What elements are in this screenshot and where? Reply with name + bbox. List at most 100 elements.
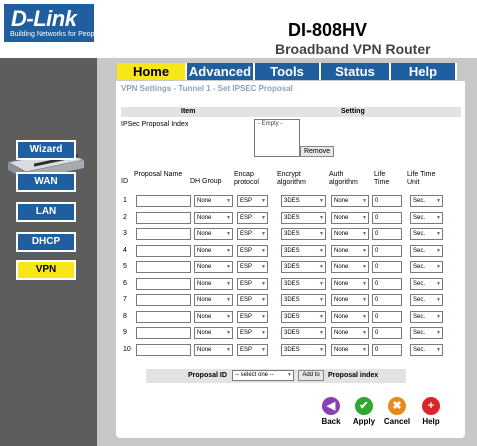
encrypt-algorithm-select[interactable]: 3DES [281,277,326,290]
auth-algorithm-select[interactable]: None [331,244,369,257]
proposal-index-item[interactable]: - Empty - [258,121,282,127]
dh-group-select[interactable]: None [194,277,233,290]
proposal-name-input[interactable] [136,228,191,240]
proposal-name-input[interactable] [136,195,191,207]
auth-algorithm-select[interactable]: None [331,228,369,240]
encap-protocol-select[interactable]: ESP [237,195,268,207]
item-header: Item [181,108,196,115]
encap-protocol-select[interactable]: ESP [237,228,268,240]
encrypt-algorithm-select[interactable]: 3DES [281,228,326,240]
life-time-input[interactable]: 0 [372,343,402,356]
encrypt-algorithm-select[interactable]: 3DES [281,261,326,273]
tab-advanced[interactable]: Advanced [187,63,255,80]
dh-group-select[interactable]: None [194,294,233,306]
proposal-name-input[interactable] [136,327,191,339]
dh-group-select[interactable]: None [194,343,233,356]
dh-group-select[interactable]: None [194,244,233,257]
tab-tools[interactable]: Tools [255,63,321,80]
auth-algorithm-select[interactable]: None [331,277,369,290]
proposal-index-list[interactable]: - Empty - [254,119,300,157]
encap-protocol-select[interactable]: ESP [237,343,268,356]
back-arrow-icon: ◀ [322,397,340,415]
encap-protocol-select[interactable]: ESP [237,244,268,257]
encap-protocol-select[interactable]: ESP [237,310,268,323]
auth-algorithm-select[interactable]: None [331,327,369,339]
sidebar-item-wan[interactable]: WAN [16,172,76,192]
sidebar-item-dhcp[interactable]: DHCP [16,232,76,252]
life-time-unit-select[interactable]: Sec. [410,211,443,224]
main-panel: VPN Settings - Tunnel 1 - Set IPSEC Prop… [116,81,465,438]
table-row: 2NoneESP3DESNone0Sec. [121,211,461,226]
encrypt-algorithm-select[interactable]: 3DES [281,327,326,339]
proposal-name-input[interactable] [136,277,191,290]
auth-algorithm-select[interactable]: None [331,261,369,273]
tab-home[interactable]: Home [117,63,187,80]
dh-group-select[interactable]: None [194,228,233,240]
auth-algorithm-select[interactable]: None [331,343,369,356]
remove-button[interactable]: Remove [300,146,334,157]
life-time-unit-select[interactable]: Sec. [410,343,443,356]
life-time-unit-select[interactable]: Sec. [410,244,443,257]
apply-label: Apply [352,417,376,426]
life-time-unit-select[interactable]: Sec. [410,195,443,207]
life-time-unit-select[interactable]: Sec. [410,277,443,290]
life-time-input[interactable]: 0 [372,211,402,224]
life-time-unit-select[interactable]: Sec. [410,228,443,240]
auth-algorithm-select[interactable]: None [331,211,369,224]
life-time-input[interactable]: 0 [372,327,402,339]
proposal-name-input[interactable] [136,310,191,323]
encap-protocol-select[interactable]: ESP [237,294,268,306]
auth-algorithm-select[interactable]: None [331,294,369,306]
encrypt-algorithm-select[interactable]: 3DES [281,294,326,306]
dh-group-select[interactable]: None [194,327,233,339]
encap-protocol-select[interactable]: ESP [237,261,268,273]
add-to-button[interactable]: Add to [298,370,324,381]
encrypt-algorithm-select[interactable]: 3DES [281,343,326,356]
proposal-id-select[interactable]: -- select one -- [232,370,294,381]
life-time-unit-select[interactable]: Sec. [410,261,443,273]
help-label: Help [422,417,440,426]
dh-group-select[interactable]: None [194,310,233,323]
tab-status[interactable]: Status [321,63,391,80]
proposal-name-input[interactable] [136,211,191,224]
auth-algorithm-select[interactable]: None [331,310,369,323]
help-button[interactable]: + Help [414,397,448,426]
apply-button[interactable]: ✔ Apply [347,397,381,426]
dh-group-select[interactable]: None [194,211,233,224]
life-time-unit-select[interactable]: Sec. [410,310,443,323]
life-time-input[interactable]: 0 [372,294,402,306]
life-time-input[interactable]: 0 [372,277,402,290]
life-time-input[interactable]: 0 [372,244,402,257]
dh-group-select[interactable]: None [194,195,233,207]
table-row: 10NoneESP3DESNone0Sec. [121,343,461,358]
auth-algorithm-select[interactable]: None [331,195,369,207]
life-time-input[interactable]: 0 [372,228,402,240]
proposal-bar: Proposal ID -- select one -- Add to Prop… [146,369,406,383]
encap-protocol-select[interactable]: ESP [237,211,268,224]
proposal-index-label: IPSec Proposal Index [121,121,189,128]
col-life-time-unit: Life Time Unit [407,171,436,186]
sidebar-item-lan[interactable]: LAN [16,202,76,222]
life-time-input[interactable]: 0 [372,195,402,207]
cancel-button[interactable]: ✖ Cancel [380,397,414,426]
proposal-name-input[interactable] [136,261,191,273]
encrypt-algorithm-select[interactable]: 3DES [281,211,326,224]
sidebar-item-wizard[interactable]: Wizard [16,140,76,160]
life-time-unit-select[interactable]: Sec. [410,327,443,339]
encap-protocol-select[interactable]: ESP [237,327,268,339]
encap-protocol-select[interactable]: ESP [237,277,268,290]
encrypt-algorithm-select[interactable]: 3DES [281,244,326,257]
proposal-name-input[interactable] [136,294,191,306]
encrypt-algorithm-select[interactable]: 3DES [281,195,326,207]
proposal-name-input[interactable] [136,343,191,356]
encrypt-algorithm-select[interactable]: 3DES [281,310,326,323]
dh-group-select[interactable]: None [194,261,233,273]
back-button[interactable]: ◀ Back [314,397,348,426]
life-time-unit-select[interactable]: Sec. [410,294,443,306]
life-time-input[interactable]: 0 [372,310,402,323]
col-proposal-name: Proposal Name [134,171,183,178]
sidebar-item-vpn[interactable]: VPN [16,260,76,280]
proposal-name-input[interactable] [136,244,191,257]
life-time-input[interactable]: 0 [372,261,402,273]
tab-help[interactable]: Help [391,63,457,80]
